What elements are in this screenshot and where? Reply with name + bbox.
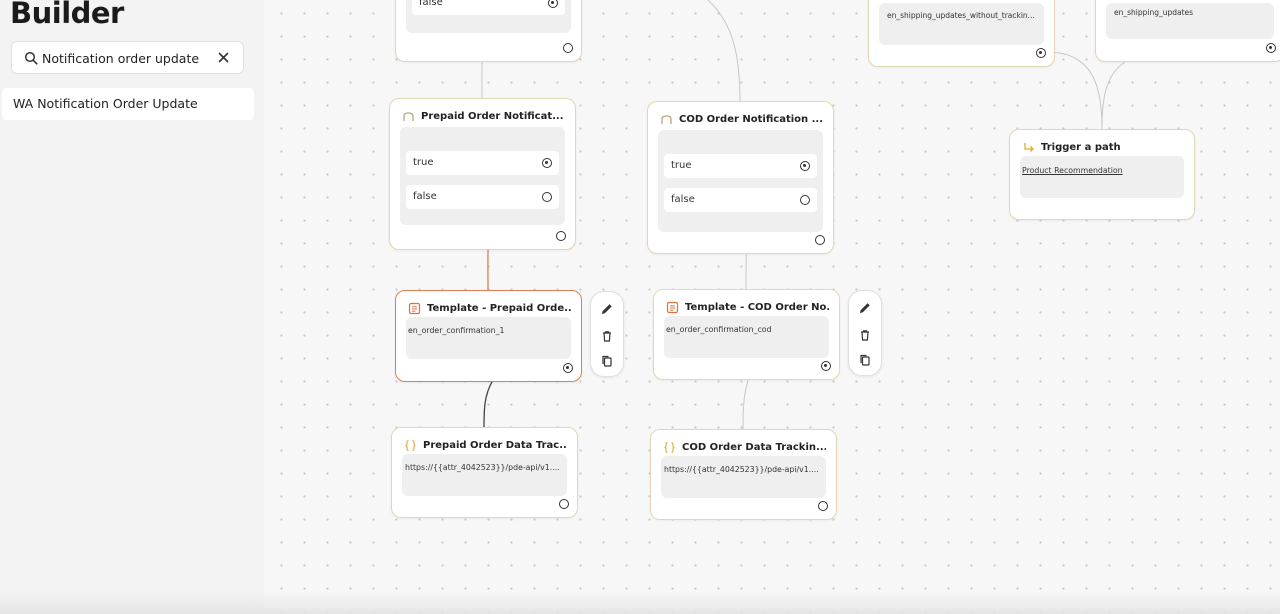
cod-tracking-node[interactable]: COD Order Data Trackin... https://{{attr… <box>650 429 837 520</box>
template-name: en_shipping_updates <box>1114 8 1194 17</box>
edge-prepaid-template-to-tracking <box>483 379 494 429</box>
node-title: Template - Prepaid Orde... <box>427 302 571 314</box>
code-braces-icon <box>664 441 675 453</box>
code-braces-icon <box>405 439 416 451</box>
condition-option-true[interactable]: true <box>406 151 559 175</box>
prepaid-condition-node[interactable]: Prepaid Order Notificat... true false <box>389 98 576 250</box>
template-icon <box>666 301 679 313</box>
option-label: true <box>413 157 434 168</box>
node-header: COD Order Notification ... <box>660 111 823 127</box>
option-handle[interactable] <box>548 0 558 8</box>
prepaid-tracking-node[interactable]: Prepaid Order Data Trac... https://{{att… <box>391 427 578 518</box>
node-body: en_order_confirmation_cod <box>664 316 829 358</box>
condition-option-false[interactable]: false <box>406 185 559 209</box>
prepaid-template-node[interactable]: Template - Prepaid Orde... en_order_conf… <box>395 290 582 382</box>
edge-to-trigger-path <box>1051 51 1103 130</box>
node-output-handle[interactable] <box>815 235 825 245</box>
node-toolbar <box>848 290 882 376</box>
page-title: Builder <box>10 0 124 30</box>
node-header: Prepaid Order Data Trac... <box>404 437 567 453</box>
node-header: Prepaid Order Notificat... <box>402 108 565 124</box>
node-output-handle[interactable] <box>563 363 573 373</box>
branch-icon <box>403 111 414 121</box>
option-handle[interactable] <box>800 161 810 171</box>
template-name: en_shipping_updates_without_trackin... <box>887 11 1035 20</box>
trash-icon[interactable] <box>600 329 614 343</box>
bottom-fade <box>0 592 1280 614</box>
condition-option-false[interactable]: false <box>412 0 565 15</box>
edge-cod-template-to-tracking <box>742 379 749 431</box>
node-body: true false <box>658 130 823 232</box>
copy-icon[interactable] <box>600 354 614 368</box>
search-input[interactable] <box>42 47 212 69</box>
node-body: en_shipping_updates <box>1106 3 1274 39</box>
node-title: Template - COD Order No... <box>685 301 829 313</box>
node-title: Prepaid Order Data Trac... <box>423 439 567 451</box>
node-body: false <box>406 0 571 33</box>
node-output-handle[interactable] <box>818 501 828 511</box>
search-result-item[interactable]: WA Notification Order Update <box>2 88 254 120</box>
template-icon <box>408 302 421 314</box>
branch-icon <box>661 114 672 124</box>
pencil-icon[interactable] <box>600 302 614 316</box>
node-output-handle[interactable] <box>1036 48 1046 58</box>
node-title: COD Order Notification ... <box>679 113 823 125</box>
copy-icon[interactable] <box>858 353 872 367</box>
node-output-handle[interactable] <box>556 231 566 241</box>
top-condition-node[interactable]: false <box>395 0 582 62</box>
node-body: Product Recommendation <box>1020 156 1184 198</box>
option-label: false <box>671 194 695 205</box>
template-name: en_order_confirmation_1 <box>408 326 505 335</box>
node-output-handle[interactable] <box>563 43 573 53</box>
node-toolbar <box>590 291 624 377</box>
node-body: https://{{attr_4042523}}/pde-api/v1.... <box>402 454 567 496</box>
option-handle[interactable] <box>800 195 810 205</box>
trash-icon[interactable] <box>858 328 872 342</box>
node-title: COD Order Data Trackin... <box>682 441 826 453</box>
api-url: https://{{attr_4042523}}/pde-api/v1.... <box>664 465 819 474</box>
node-body: en_order_confirmation_1 <box>406 317 571 359</box>
condition-option-true[interactable]: true <box>664 154 817 178</box>
node-body: https://{{attr_4042523}}/pde-api/v1.... <box>661 456 826 498</box>
node-output-handle[interactable] <box>559 499 569 509</box>
node-header: COD Order Data Trackin... <box>663 439 826 455</box>
node-title: Prepaid Order Notificat... <box>421 110 564 122</box>
arrow-right-icon <box>1024 142 1034 152</box>
node-output-handle[interactable] <box>1266 43 1276 53</box>
option-label: false <box>413 191 437 202</box>
node-header: Template - Prepaid Orde... <box>408 300 571 316</box>
node-body: en_shipping_updates_without_trackin... <box>879 3 1044 45</box>
edge-top-right-to-trigger <box>1101 61 1126 130</box>
node-header: Template - COD Order No... <box>666 299 829 315</box>
node-header: Trigger a path <box>1022 139 1184 155</box>
option-label: false <box>419 0 443 8</box>
edge-top-to-cod-condition <box>707 0 741 103</box>
shipping-updates-node[interactable]: en_shipping_updates <box>1095 0 1280 62</box>
node-body: true false <box>400 127 565 225</box>
option-handle[interactable] <box>542 192 552 202</box>
trigger-path-link[interactable]: Product Recommendation <box>1022 166 1123 175</box>
cod-condition-node[interactable]: COD Order Notification ... true false <box>647 101 834 254</box>
option-handle[interactable] <box>542 158 552 168</box>
condition-option-false[interactable]: false <box>664 188 817 212</box>
search-icon <box>24 51 38 65</box>
close-icon[interactable] <box>217 51 230 64</box>
pencil-icon[interactable] <box>858 301 872 315</box>
api-url: https://{{attr_4042523}}/pde-api/v1.... <box>405 463 560 472</box>
option-label: true <box>671 160 692 171</box>
template-name: en_order_confirmation_cod <box>666 325 772 334</box>
node-title: Trigger a path <box>1041 141 1121 153</box>
shipping-template-node[interactable]: en_shipping_updates_without_trackin... <box>868 0 1055 67</box>
trigger-path-node[interactable]: Trigger a path Product Recommendation <box>1009 129 1195 220</box>
search-box <box>11 41 244 74</box>
sidebar: Builder WA Notification Order Update <box>0 0 264 614</box>
node-output-handle[interactable] <box>821 361 831 371</box>
cod-template-node[interactable]: Template - COD Order No... en_order_conf… <box>653 289 840 380</box>
